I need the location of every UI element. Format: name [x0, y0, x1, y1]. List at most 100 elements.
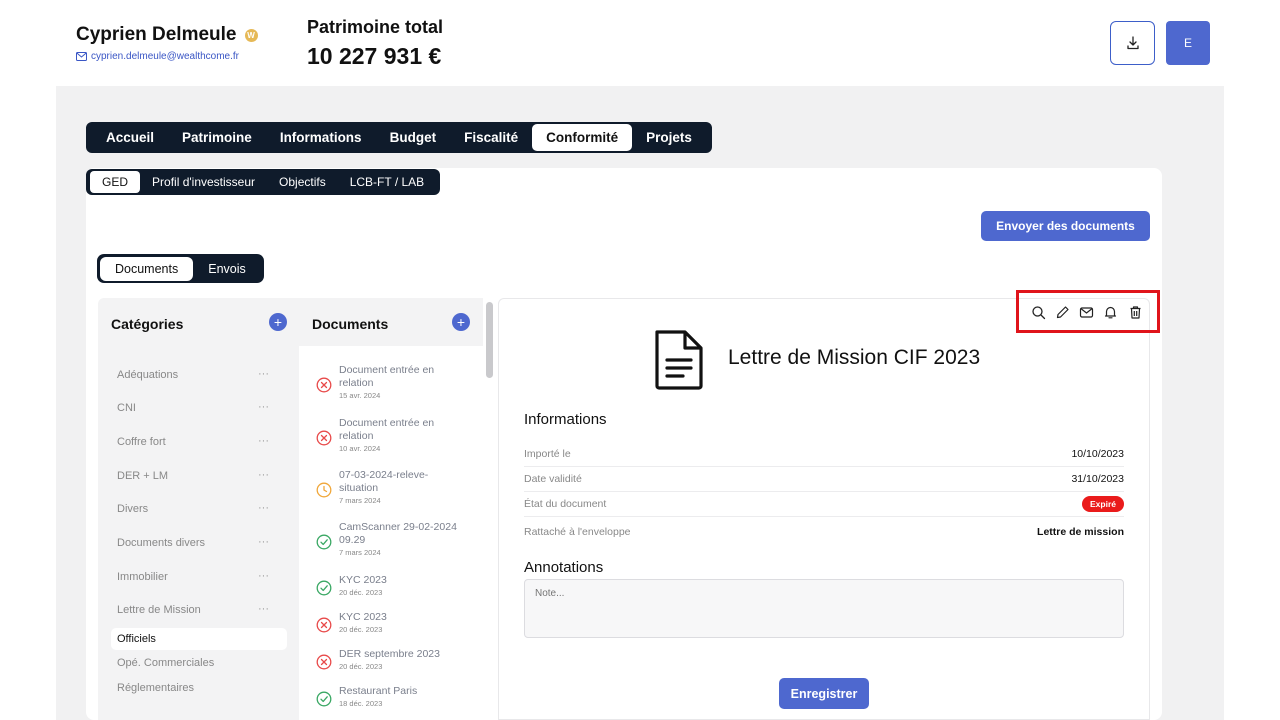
info-label: État du document — [524, 498, 607, 510]
category-item[interactable]: DER + LM — [117, 470, 277, 482]
info-label: Rattaché à l'enveloppe — [524, 526, 631, 538]
download-button[interactable] — [1110, 21, 1155, 65]
document-title: Lettre de Mission CIF 2023 — [728, 346, 981, 369]
document-item-date: 7 mars 2024 — [339, 496, 381, 505]
info-value: 31/10/2023 — [1071, 473, 1124, 485]
document-item-title: Restaurant Paris — [339, 685, 418, 697]
check-circle-icon — [316, 534, 332, 550]
status-badge: Expiré — [1082, 496, 1124, 512]
document-item-date: 15 avr. 2024 — [339, 391, 381, 400]
edit-icon[interactable] — [1055, 305, 1070, 320]
info-label: Importé le — [524, 448, 571, 460]
category-menu-icon[interactable]: ··· — [258, 435, 269, 447]
client-name-text: Cyprien Delmeule — [76, 24, 237, 45]
category-menu-icon[interactable]: ··· — [258, 536, 269, 548]
subtab-objectifs[interactable]: Objectifs — [267, 171, 338, 193]
tab-conformite[interactable]: Conformité — [532, 124, 633, 151]
documents-title: Documents — [312, 316, 389, 332]
subtab-lcb-ft[interactable]: LCB-FT / LAB — [338, 171, 436, 193]
trash-icon[interactable] — [1128, 305, 1143, 320]
check-circle-icon — [316, 580, 332, 596]
check-circle-icon — [316, 691, 332, 707]
document-item-title: Document entrée en relation — [339, 364, 435, 389]
document-item-date: 20 déc. 2023 — [339, 625, 383, 634]
send-documents-button[interactable]: Envoyer des documents — [981, 211, 1150, 241]
document-item-title: KYC 2023 — [339, 574, 387, 586]
info-row-imported: Importé le 10/10/2023 — [524, 442, 1124, 467]
error-circle-icon — [316, 654, 332, 670]
tab-fiscalite[interactable]: Fiscalité — [450, 124, 532, 151]
category-item[interactable]: Lettre de Mission — [117, 604, 277, 616]
document-item-title: CamScanner 29-02-2024 09.29 — [339, 521, 457, 546]
info-value: 10/10/2023 — [1071, 448, 1124, 460]
category-item[interactable]: Documents divers — [117, 537, 277, 549]
document-item-date: 10 avr. 2024 — [339, 444, 381, 453]
category-item[interactable]: Immobilier — [117, 571, 277, 583]
client-email-text: cyprien.delmeule@wealthcome.fr — [91, 51, 239, 62]
tab-accueil[interactable]: Accueil — [92, 124, 168, 151]
error-circle-icon — [316, 377, 332, 393]
category-item-selected[interactable]: Officiels — [117, 633, 277, 645]
category-item[interactable]: Divers — [117, 503, 277, 515]
main-tabs: Accueil Patrimoine Informations Budget F… — [86, 122, 712, 153]
info-row-state: État du document Expiré — [524, 492, 1124, 517]
plus-icon: + — [273, 314, 283, 330]
user-avatar-button[interactable]: E — [1166, 21, 1210, 65]
bell-icon[interactable] — [1103, 305, 1118, 320]
category-item[interactable]: Adéquations — [117, 369, 277, 381]
info-label: Date validité — [524, 473, 582, 485]
document-file-icon — [655, 330, 703, 390]
clock-icon — [316, 482, 332, 498]
info-row-validity: Date validité 31/10/2023 — [524, 467, 1124, 492]
document-item-title: Document entrée en relation — [339, 417, 435, 442]
subtab-profil-investisseur[interactable]: Profil d'investisseur — [140, 171, 267, 193]
error-circle-icon — [316, 430, 332, 446]
tab-projets[interactable]: Projets — [632, 124, 706, 151]
category-menu-icon[interactable]: ··· — [258, 469, 269, 481]
category-menu-icon[interactable]: ··· — [258, 368, 269, 380]
category-item[interactable]: Coffre fort — [117, 436, 277, 448]
annotations-title: Annotations — [524, 559, 604, 576]
documents-scrollbar[interactable] — [486, 302, 493, 378]
category-item[interactable]: Opé. Commerciales — [117, 657, 277, 669]
client-email[interactable]: cyprien.delmeule@wealthcome.fr — [76, 51, 239, 62]
category-menu-icon[interactable]: ··· — [258, 502, 269, 514]
subtab-ged[interactable]: GED — [90, 171, 141, 193]
category-menu-icon[interactable]: ··· — [258, 401, 269, 413]
tab-patrimoine[interactable]: Patrimoine — [168, 124, 266, 151]
document-item-title: 07-03-2024-releve-situation — [339, 469, 429, 494]
documents-envois-toggle: Documents Envois — [97, 254, 264, 283]
tab-informations[interactable]: Informations — [266, 124, 376, 151]
add-category-button[interactable]: + — [269, 313, 287, 331]
mail-icon[interactable] — [1079, 305, 1094, 320]
informations-title: Informations — [524, 411, 607, 428]
search-icon[interactable] — [1031, 305, 1046, 320]
top-header: Cyprien Delmeule W cyprien.delmeule@weal… — [0, 0, 1280, 86]
document-item-title: KYC 2023 — [339, 611, 387, 623]
category-item[interactable]: CNI — [117, 402, 277, 414]
save-button[interactable]: Enregistrer — [779, 678, 869, 709]
info-row-envelope: Rattaché à l'enveloppe Lettre de mission — [524, 520, 1124, 545]
document-item-date: 20 déc. 2023 — [339, 588, 383, 597]
error-circle-icon — [316, 617, 332, 633]
document-item-date: 20 déc. 2023 — [339, 662, 383, 671]
toggle-documents[interactable]: Documents — [100, 256, 194, 281]
client-name: Cyprien Delmeule W — [76, 24, 258, 46]
document-item-title: DER septembre 2023 — [339, 648, 440, 660]
note-textarea[interactable] — [524, 579, 1124, 638]
plus-icon: + — [456, 314, 466, 330]
toggle-envois[interactable]: Envois — [193, 257, 261, 281]
document-item-date: 7 mars 2024 — [339, 548, 381, 557]
mail-icon — [76, 52, 87, 61]
category-menu-icon[interactable]: ··· — [258, 603, 269, 615]
info-value: Lettre de mission — [1037, 526, 1124, 538]
category-menu-icon[interactable]: ··· — [258, 570, 269, 582]
category-item[interactable]: Réglementaires — [117, 682, 277, 694]
categories-title: Catégories — [111, 316, 184, 332]
tab-budget[interactable]: Budget — [376, 124, 451, 151]
wealth-badge-icon: W — [244, 28, 258, 42]
patrimoine-label: Patrimoine total — [307, 17, 444, 37]
patrimoine-value: 10 227 931 € — [307, 43, 442, 69]
add-document-button[interactable]: + — [452, 313, 470, 331]
document-item-date: 18 déc. 2023 — [339, 699, 383, 708]
